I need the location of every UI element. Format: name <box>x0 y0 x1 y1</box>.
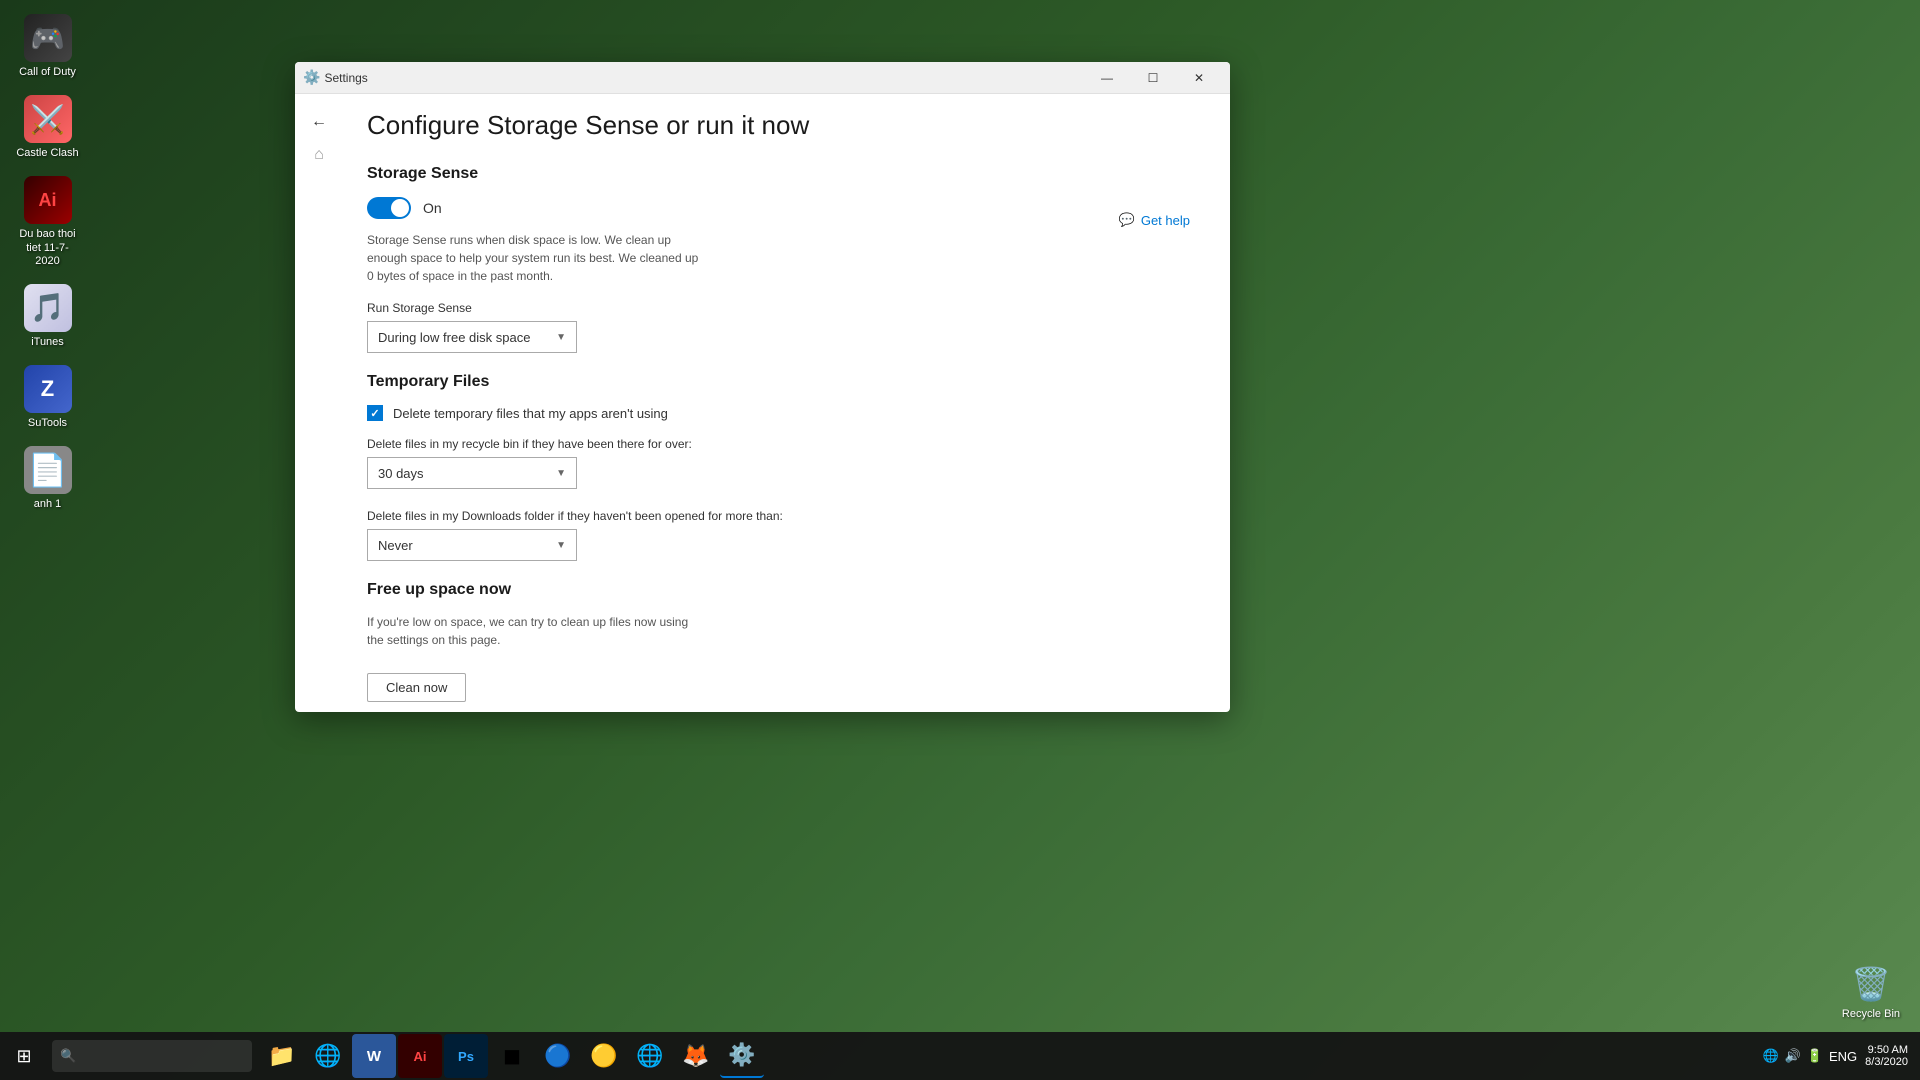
desktop-icon-sutools[interactable]: Z SuTools <box>10 361 85 434</box>
taskbar: ⊞ 🔍 📁 🌐 W Ai Ps ◼ 🔵 🟡 🌐 🦊 ⚙️ 🌐 🔊 🔋 ENG <box>0 1032 1920 1080</box>
back-button[interactable]: ← <box>303 106 335 138</box>
taskbar-app7[interactable]: ◼ <box>490 1034 534 1078</box>
illustrator-icon: Ai <box>24 176 72 224</box>
clock-date: 8/3/2020 <box>1865 1056 1908 1068</box>
sutools-label: SuTools <box>28 417 67 430</box>
castle-clash-label: Castle Clash <box>16 147 78 160</box>
taskbar-illustrator[interactable]: Ai <box>398 1034 442 1078</box>
taskbar-firefox[interactable]: 🦊 <box>674 1034 718 1078</box>
castle-clash-icon: ⚔️ <box>24 95 72 143</box>
search-box[interactable]: 🔍 <box>52 1040 252 1072</box>
get-help-label: Get help <box>1141 213 1190 228</box>
illustrator-label: Du bao thoi tiet 11-7-2020 <box>14 228 81 268</box>
settings-window: ⚙️ Settings — ☐ ✕ ← ⌂ Configure Storage … <box>295 62 1230 712</box>
taskbar-edge[interactable]: 🌐 <box>628 1034 672 1078</box>
system-clock[interactable]: 9:50 AM 8/3/2020 <box>1865 1044 1908 1068</box>
start-button[interactable]: ⊞ <box>0 1032 48 1080</box>
nav-area: ← ⌂ <box>295 94 343 712</box>
itunes-label: iTunes <box>31 336 64 349</box>
toggle-on-label: On <box>423 200 442 216</box>
main-content: Configure Storage Sense or run it now 💬 … <box>343 94 1230 712</box>
home-button[interactable]: ⌂ <box>303 146 335 164</box>
maximize-button[interactable]: ☐ <box>1130 62 1176 94</box>
desktop-icon-castle-clash[interactable]: ⚔️ Castle Clash <box>10 91 85 164</box>
call-of-duty-icon: 🎮 <box>24 14 72 62</box>
downloads-dropdown[interactable]: Never ▼ <box>367 529 577 561</box>
checkbox-check-icon: ✓ <box>370 407 379 420</box>
taskbar-browser-green[interactable]: 🌐 <box>306 1034 350 1078</box>
storage-sense-header: Storage Sense <box>367 165 1206 183</box>
volume-icon[interactable]: 🔊 <box>1785 1048 1801 1064</box>
recycle-bin-image: 🗑️ <box>1847 960 1895 1008</box>
page-title: Configure Storage Sense or run it now <box>367 110 1206 141</box>
recycle-dropdown-arrow-icon: ▼ <box>556 468 566 479</box>
delete-temp-files-row: ✓ Delete temporary files that my apps ar… <box>367 405 1206 421</box>
recycle-bin-icon[interactable]: 🗑️ Recycle Bin <box>1842 960 1900 1020</box>
taskbar-apps: 📁 🌐 W Ai Ps ◼ 🔵 🟡 🌐 🦊 ⚙️ <box>260 1034 764 1078</box>
run-storage-sense-dropdown[interactable]: During low free disk space ▼ <box>367 321 577 353</box>
taskbar-photoshop[interactable]: Ps <box>444 1034 488 1078</box>
network-icon[interactable]: 🌐 <box>1762 1048 1778 1064</box>
sutools-icon: Z <box>24 365 72 413</box>
dropdown-arrow-icon: ▼ <box>556 332 566 343</box>
desktop-icon-call-of-duty[interactable]: 🎮 Call of Duty <box>10 10 85 83</box>
delete-temp-files-checkbox[interactable]: ✓ <box>367 405 383 421</box>
delete-temp-label: Delete temporary files that my apps aren… <box>393 406 668 421</box>
recycle-dropdown-value: 30 days <box>378 466 424 481</box>
settings-icon: ⚙️ <box>303 69 320 86</box>
search-icon: 🔍 <box>60 1048 76 1064</box>
desktop-icons-container: 🎮 Call of Duty ⚔️ Castle Clash Ai Du bao… <box>10 10 85 516</box>
recycle-bin-dropdown[interactable]: 30 days ▼ <box>367 457 577 489</box>
anh-label: anh 1 <box>34 498 62 511</box>
minimize-button[interactable]: — <box>1084 62 1130 94</box>
desktop-icon-illustrator[interactable]: Ai Du bao thoi tiet 11-7-2020 <box>10 172 85 272</box>
window-content: ← ⌂ Configure Storage Sense or run it no… <box>295 94 1230 712</box>
help-icon: 💬 <box>1119 212 1135 228</box>
downloads-dropdown-arrow-icon: ▼ <box>556 540 566 551</box>
window-title: Settings <box>324 71 367 85</box>
free-up-description: If you're low on space, we can try to cl… <box>367 613 707 649</box>
run-dropdown-value: During low free disk space <box>378 330 530 345</box>
free-up-space-header: Free up space now <box>367 581 1206 599</box>
downloads-label: Delete files in my Downloads folder if t… <box>367 509 1206 523</box>
recycle-bin-label: Recycle Bin <box>1842 1008 1900 1020</box>
itunes-icon: 🎵 <box>24 284 72 332</box>
storage-sense-description: Storage Sense runs when disk space is lo… <box>367 231 707 285</box>
taskbar-app8[interactable]: 🔵 <box>536 1034 580 1078</box>
close-button[interactable]: ✕ <box>1176 62 1222 94</box>
taskbar-file-explorer[interactable]: 📁 <box>260 1034 304 1078</box>
taskbar-settings[interactable]: ⚙️ <box>720 1034 764 1078</box>
desktop-icon-itunes[interactable]: 🎵 iTunes <box>10 280 85 353</box>
call-of-duty-label: Call of Duty <box>19 66 76 79</box>
anh-icon: 📄 <box>24 446 72 494</box>
taskbar-app9[interactable]: 🟡 <box>582 1034 626 1078</box>
storage-sense-toggle[interactable] <box>367 197 411 219</box>
toggle-thumb <box>391 199 409 217</box>
window-controls: — ☐ ✕ <box>1084 62 1222 94</box>
recycle-bin-label: Delete files in my recycle bin if they h… <box>367 437 1206 451</box>
get-help-link[interactable]: 💬 Get help <box>1119 212 1190 228</box>
run-storage-sense-label: Run Storage Sense <box>367 301 1206 315</box>
language-indicator[interactable]: ENG <box>1829 1049 1857 1064</box>
taskbar-word[interactable]: W <box>352 1034 396 1078</box>
system-tray: 🌐 🔊 🔋 ENG <box>1762 1048 1857 1064</box>
downloads-dropdown-value: Never <box>378 538 413 553</box>
taskbar-right: 🌐 🔊 🔋 ENG 9:50 AM 8/3/2020 <box>1762 1044 1920 1068</box>
storage-sense-toggle-row: On <box>367 197 1206 219</box>
clock-time: 9:50 AM <box>1868 1044 1908 1056</box>
title-bar: ⚙️ Settings — ☐ ✕ <box>295 62 1230 94</box>
clean-now-button[interactable]: Clean now <box>367 673 466 702</box>
desktop-icon-anh[interactable]: 📄 anh 1 <box>10 442 85 515</box>
battery-icon[interactable]: 🔋 <box>1807 1048 1823 1064</box>
desktop: 🎮 Call of Duty ⚔️ Castle Clash Ai Du bao… <box>0 0 1920 1080</box>
temporary-files-header: Temporary Files <box>367 373 1206 391</box>
